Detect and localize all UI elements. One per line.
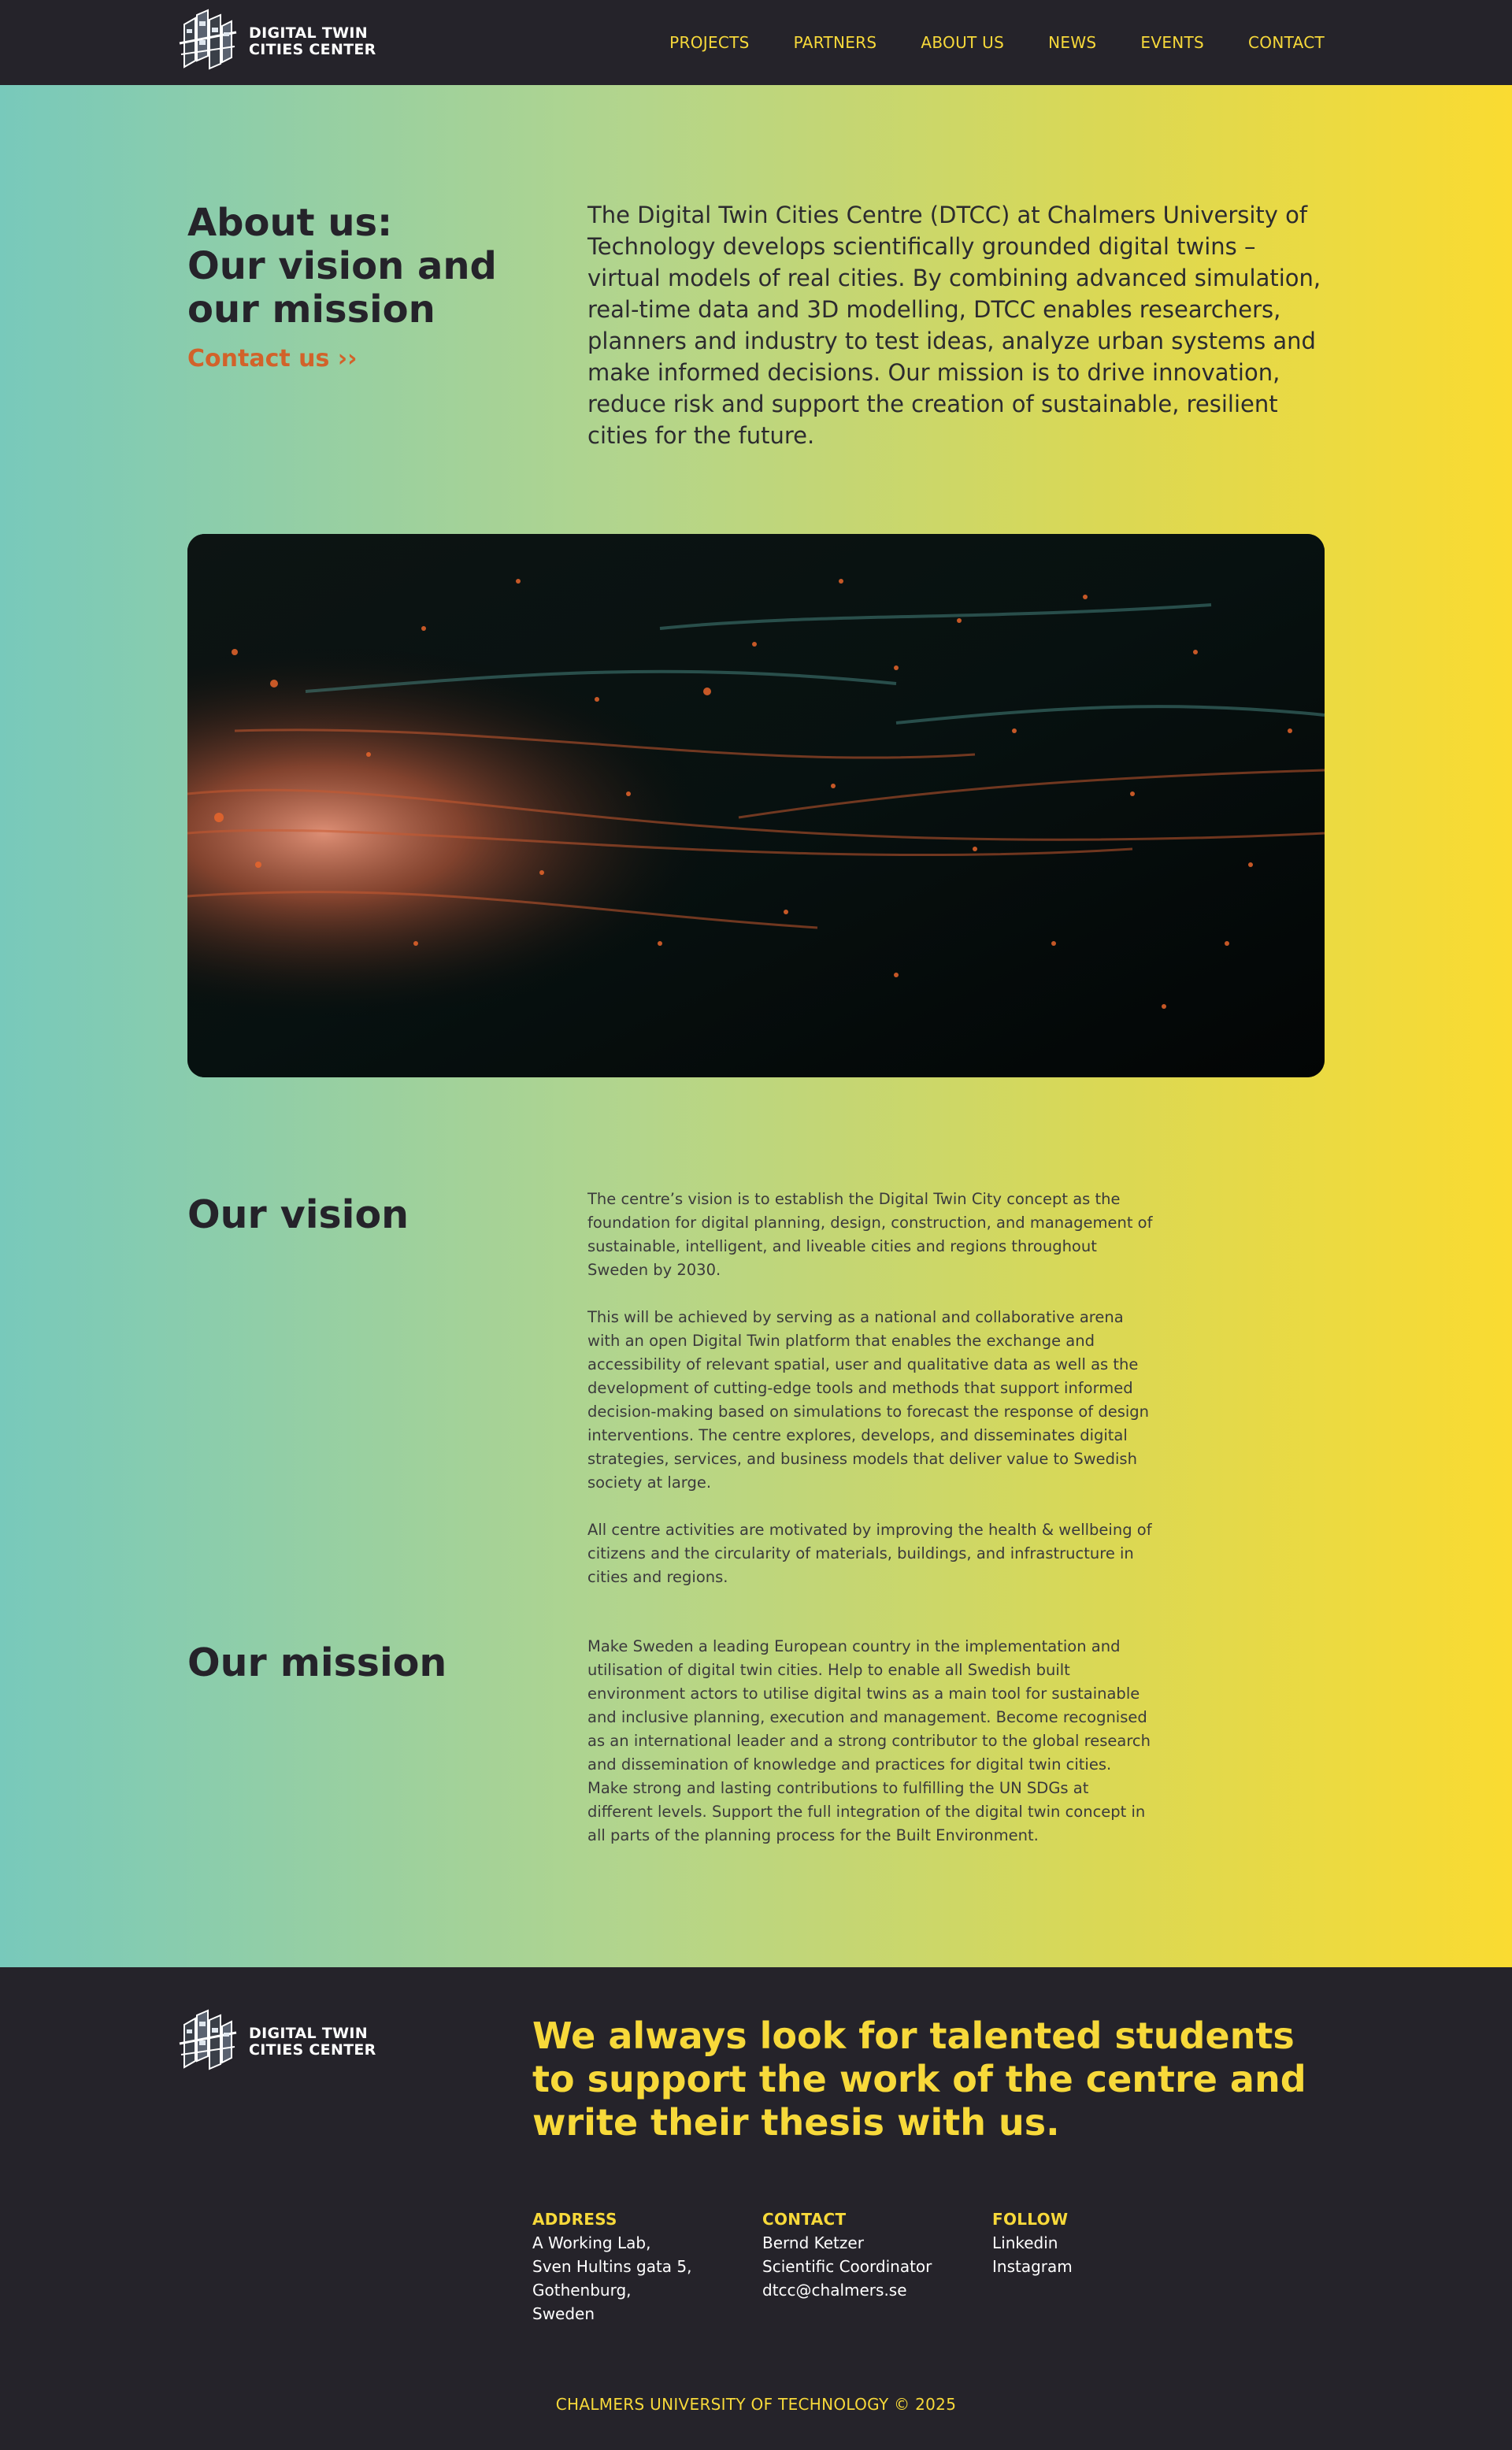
nav-contact[interactable]: CONTACT: [1248, 33, 1325, 52]
hero-image: [187, 534, 1325, 1077]
vision-paragraph-1: The centre’s vision is to establish the …: [587, 1190, 1153, 1279]
footer-logo[interactable]: DIGITAL TWIN CITIES CENTER: [176, 2009, 376, 2075]
main-content: About us: Our vision and our mission Con…: [0, 85, 1512, 1967]
contact-heading: CONTACT: [762, 2210, 847, 2229]
brand-line-2: CITIES CENTER: [249, 41, 376, 58]
city-buildings-logo-icon: [179, 2009, 237, 2070]
vision-paragraph-3: All centre activities are motivated by i…: [587, 1521, 1152, 1586]
instagram-link[interactable]: Instagram: [992, 2257, 1073, 2276]
copyright: CHALMERS UNIVERSITY OF TECHNOLOGY © 2025: [555, 2395, 957, 2414]
footer-brand-line-2: CITIES CENTER: [249, 2041, 376, 2059]
vision-text: The centre’s vision is to establish the …: [587, 1188, 1154, 1613]
mission-paragraph: Make Sweden a leading European country i…: [587, 1637, 1151, 1844]
page-title: About us: Our vision and our mission: [187, 202, 497, 332]
vision-title: Our vision: [187, 1192, 410, 1237]
contact-name: Bernd Ketzer: [762, 2233, 864, 2252]
footer-follow: FOLLOW Linkedin Instagram: [992, 2207, 1073, 2278]
address-line: Sven Hultins gata 5,: [532, 2257, 692, 2276]
nav-events[interactable]: EVENTS: [1140, 33, 1204, 52]
address-line: A Working Lab,: [532, 2233, 651, 2252]
mission-title: Our mission: [187, 1640, 447, 1685]
contact-email-link[interactable]: dtcc@chalmers.se: [762, 2281, 907, 2300]
nav-news[interactable]: NEWS: [1048, 33, 1096, 52]
footer-brand-line-1: DIGITAL TWIN: [249, 2025, 368, 2042]
linkedin-link[interactable]: Linkedin: [992, 2233, 1058, 2252]
mission-text: Make Sweden a leading European country i…: [587, 1635, 1154, 1871]
footer-address: ADDRESS A Working Lab, Sven Hultins gata…: [532, 2207, 691, 2326]
site-footer: DIGITAL TWIN CITIES CENTER We always loo…: [0, 1967, 1512, 2450]
address-heading: ADDRESS: [532, 2210, 617, 2229]
brand-line-1: DIGITAL TWIN: [249, 24, 368, 42]
contact-role: Scientific Coordinator: [762, 2257, 932, 2276]
page-title-line-3: our mission: [187, 287, 435, 332]
city-buildings-logo-icon: [179, 9, 237, 70]
main-nav: PROJECTS PARTNERS ABOUT US NEWS EVENTS C…: [669, 0, 1325, 85]
nav-partners[interactable]: PARTNERS: [794, 33, 877, 52]
footer-brand-name: DIGITAL TWIN CITIES CENTER: [249, 2026, 376, 2059]
nav-projects[interactable]: PROJECTS: [669, 33, 750, 52]
page-title-line-2: Our vision and: [187, 244, 497, 288]
recruitment-message: We always look for talented students to …: [532, 2014, 1306, 2144]
brand-name: DIGITAL TWIN CITIES CENTER: [249, 25, 376, 58]
nav-about-us[interactable]: ABOUT US: [921, 33, 1004, 52]
address-line: Gothenburg,: [532, 2281, 632, 2300]
page-title-line-1: About us:: [187, 201, 393, 245]
site-logo[interactable]: DIGITAL TWIN CITIES CENTER: [176, 9, 376, 75]
abstract-light-streaks-image: [187, 534, 1325, 1077]
vision-paragraph-2: This will be achieved by serving as a na…: [587, 1308, 1150, 1492]
about-intro: The Digital Twin Cities Centre (DTCC) at…: [587, 202, 1321, 449]
site-header: DIGITAL TWIN CITIES CENTER PROJECTS PART…: [0, 0, 1512, 85]
footer-contact: CONTACT Bernd Ketzer Scientific Coordina…: [762, 2207, 932, 2302]
address-line: Sweden: [532, 2304, 595, 2323]
contact-us-link[interactable]: Contact us ››: [187, 345, 358, 373]
follow-heading: FOLLOW: [992, 2210, 1069, 2229]
